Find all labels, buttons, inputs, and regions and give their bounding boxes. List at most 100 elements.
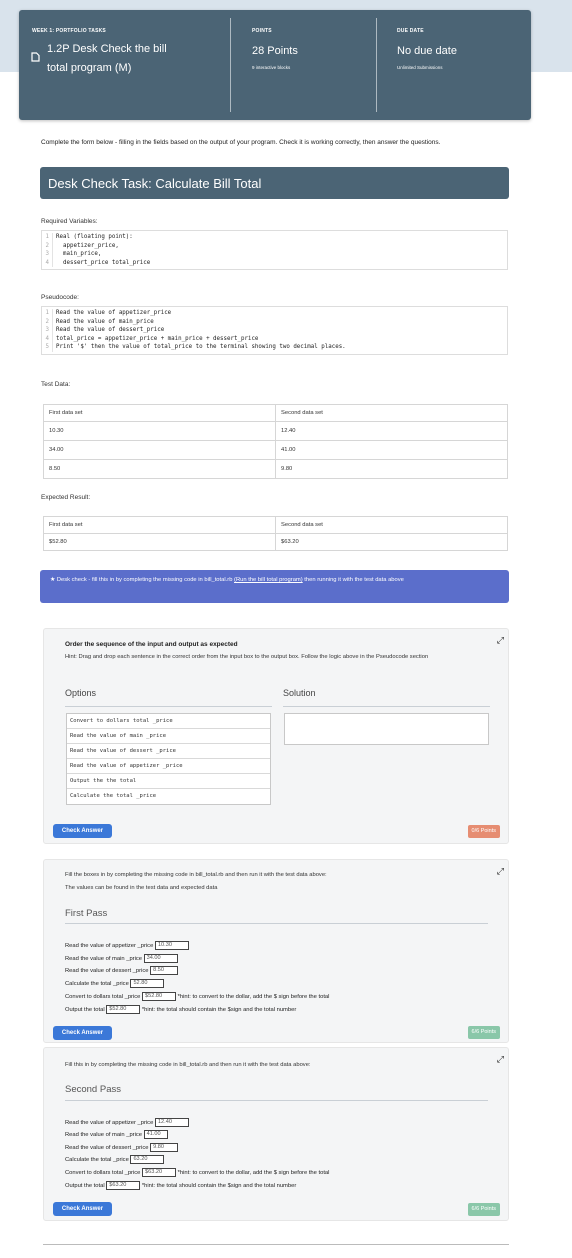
convert-input[interactable]: $52.80 xyxy=(142,992,177,1001)
drag-option[interactable]: Calculate the total _price xyxy=(67,789,270,804)
expand-icon[interactable]: ⤢ xyxy=(497,1054,504,1065)
note-text: Desk check - fill this in by completing … xyxy=(56,577,235,583)
task-title: 1.2P Desk Check the bill total program (… xyxy=(47,40,167,78)
table-cell: 9.80 xyxy=(275,459,508,479)
second-pass-intro: Fill this in by completing the missing c… xyxy=(65,1062,311,1068)
table-header: First data set xyxy=(43,516,276,534)
table-row: First data set Second data set xyxy=(43,516,508,534)
solution-dropzone[interactable] xyxy=(284,713,489,745)
title-divider xyxy=(65,1100,488,1101)
code-line: 3 Read the value of dessert_price xyxy=(42,326,507,335)
total-input[interactable]: 52.80 xyxy=(130,979,165,988)
bottom-divider xyxy=(43,1244,509,1245)
due-sub: Unlimited Submissions xyxy=(397,65,443,70)
table-cell: 8.50 xyxy=(43,459,276,479)
output-input[interactable]: $63.20 xyxy=(106,1181,141,1190)
pseudocode-code: 1 Read the value of appetizer_price 2 Read… xyxy=(41,306,508,355)
drag-option[interactable]: Output the the total xyxy=(67,774,270,789)
run-program-link[interactable]: (Run the bill total program) xyxy=(234,577,303,583)
points-badge: 0/6 Points xyxy=(467,825,500,838)
points-sub: 9 interactive blocks xyxy=(252,65,291,70)
code-line: 2 Read the value of main_price xyxy=(42,317,507,326)
drag-option[interactable]: Read the value of main _price xyxy=(67,729,270,744)
expected-label: Expected Result: xyxy=(41,494,91,501)
expand-icon[interactable]: ⤢ xyxy=(497,635,504,646)
total-input[interactable]: 63.20 xyxy=(130,1155,165,1164)
code-line: 1 Real (floating point): xyxy=(42,233,507,242)
form-row: Output the total $63.20 *hint: the total… xyxy=(65,1181,297,1190)
first-pass-intro: Fill the boxes in by completing the miss… xyxy=(65,872,327,878)
form-row: Read the value of appetizer _price 10.30 xyxy=(65,941,189,950)
dessert-input[interactable]: 8.50 xyxy=(150,966,179,975)
output-input[interactable]: $52.80 xyxy=(106,1005,141,1014)
intro-text: Complete the form below - filling in the… xyxy=(41,139,441,146)
options-label: Options xyxy=(65,688,97,698)
solution-label: Solution xyxy=(283,688,316,698)
points-badge: 6/6 Points xyxy=(467,1026,500,1039)
code-line: 4 total_price = appetizer_price + main_pr… xyxy=(42,334,507,343)
order-panel: ⤢ Order the sequence of the input and ou… xyxy=(43,628,509,844)
expand-icon[interactable]: ⤢ xyxy=(497,866,504,877)
week-label: WEEK 1: PORTFOLIO TASKS xyxy=(32,28,106,34)
table-cell: 41.00 xyxy=(275,440,508,460)
first-pass-panel: ⤢ Fill the boxes in by completing the mi… xyxy=(43,859,509,1043)
table-cell: 34.00 xyxy=(43,440,276,460)
check-answer-button[interactable]: Check Answer xyxy=(53,824,112,838)
pseudocode-label: Pseudocode: xyxy=(41,294,79,301)
task-title-line1: 1.2P Desk Check the bill xyxy=(47,43,167,55)
drag-option[interactable]: Read the value of dessert _price xyxy=(67,744,270,759)
form-row: Convert to dollars total _price $52.80 *… xyxy=(65,992,330,1001)
expected-table: First data set Second data set $52.80 $6… xyxy=(43,516,508,551)
check-answer-button[interactable]: Check Answer xyxy=(53,1202,112,1216)
form-row: Output the total $52.80 *hint: the total… xyxy=(65,1005,297,1014)
form-row: Calculate the total _price 63.20 xyxy=(65,1155,165,1164)
check-answer-button[interactable]: Check Answer xyxy=(53,1026,112,1040)
main-input[interactable]: 41.00 xyxy=(143,1130,168,1139)
table-cell: $63.20 xyxy=(275,533,508,551)
solution-divider xyxy=(283,706,490,707)
test-data-table: First data set Second data set 10.30 12.… xyxy=(43,404,508,479)
page-icon xyxy=(31,52,40,62)
task-header: WEEK 1: PORTFOLIO TASKS 1.2P Desk Check … xyxy=(19,10,531,120)
appetizer-input[interactable]: 12.40 xyxy=(154,1118,189,1127)
table-row: 34.00 41.00 xyxy=(43,440,508,460)
code-line: 3 main_price, xyxy=(42,250,507,259)
first-pass-intro2: The values can be found in the test data… xyxy=(65,885,218,891)
task-title-bar: Desk Check Task: Calculate Bill Total xyxy=(40,167,509,199)
due-value: No due date xyxy=(397,45,457,57)
table-row: 10.30 12.40 xyxy=(43,421,508,441)
order-title: Order the sequence of the input and outp… xyxy=(65,641,238,648)
drag-option[interactable]: Convert to dollars total _price xyxy=(67,714,270,729)
options-list: Convert to dollars total _price Read the… xyxy=(66,713,271,805)
code-line: 2 appetizer_price, xyxy=(42,241,507,250)
appetizer-input[interactable]: 10.30 xyxy=(154,941,189,950)
form-row: Calculate the total _price 52.80 xyxy=(65,979,165,988)
points-value: 28 Points xyxy=(252,45,298,57)
form-row: Read the value of main _price 41.00 xyxy=(65,1130,168,1139)
table-header: Second data set xyxy=(275,516,508,534)
dessert-input[interactable]: 9.80 xyxy=(150,1143,179,1152)
table-header: Second data set xyxy=(275,404,508,422)
code-line: 1 Read the value of appetizer_price xyxy=(42,309,507,318)
table-row: First data set Second data set xyxy=(43,404,508,422)
main-input[interactable]: 34.00 xyxy=(143,954,178,963)
convert-input[interactable]: $63.20 xyxy=(142,1168,177,1177)
table-row: $52.80 $63.20 xyxy=(43,533,508,551)
table-cell: 12.40 xyxy=(275,421,508,441)
table-row: 8.50 9.80 xyxy=(43,459,508,479)
header-divider xyxy=(230,18,231,112)
note-text-after: then running it with the test data above xyxy=(302,577,404,583)
test-data-label: Test Data: xyxy=(41,381,71,388)
first-pass-title: First Pass xyxy=(65,908,108,919)
title-divider xyxy=(65,923,488,924)
points-label: POINTS xyxy=(252,28,272,34)
form-row: Read the value of dessert _price 8.50 xyxy=(65,966,179,975)
second-pass-title: Second Pass xyxy=(65,1084,121,1095)
form-row: Read the value of dessert _price 9.80 xyxy=(65,1143,179,1152)
code-line: 4 dessert_price total_price xyxy=(42,258,507,267)
form-row: Read the value of main _price 34.00 xyxy=(65,954,178,963)
options-divider xyxy=(65,706,272,707)
required-vars-label: Required Variables: xyxy=(41,218,98,225)
code-line: 5 Print '$' then the value of total_price… xyxy=(42,343,507,352)
drag-option[interactable]: Read the value of appetizer _price xyxy=(67,759,270,774)
